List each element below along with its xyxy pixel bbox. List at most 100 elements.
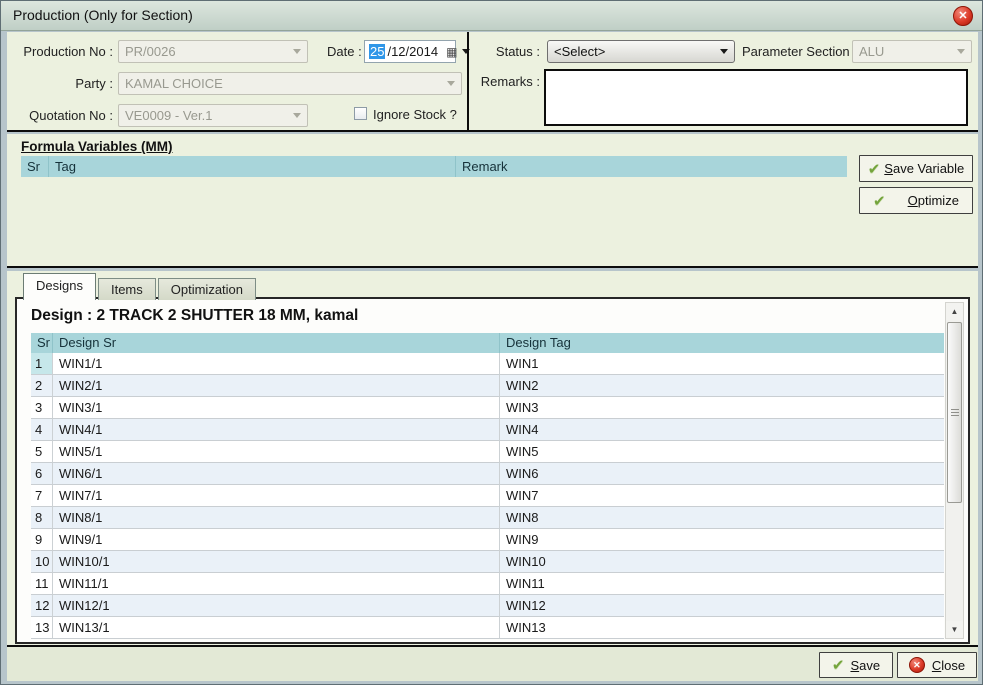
tab-optimization[interactable]: Optimization xyxy=(158,278,256,300)
column-header-design-tag[interactable]: Design Tag xyxy=(500,333,944,353)
table-row[interactable]: 4WIN4/1WIN4 xyxy=(31,419,944,441)
table-cell: 3 xyxy=(31,397,53,419)
optimize-button[interactable]: ✔ Optimize xyxy=(859,187,973,214)
close-button[interactable]: ✕ Close xyxy=(897,652,977,678)
column-header-remark[interactable]: Remark xyxy=(456,156,847,177)
party-label: Party : xyxy=(11,76,113,91)
table-row[interactable]: 3WIN3/1WIN3 xyxy=(31,397,944,419)
window-close-button[interactable]: ✕ xyxy=(953,6,973,26)
formula-variables-section: Formula Variables (MM) Sr Tag Remark ✔ S… xyxy=(7,134,978,268)
check-icon: ✔ xyxy=(868,160,881,178)
save-button[interactable]: ✔ Save xyxy=(819,652,893,678)
close-icon: ✕ xyxy=(909,657,925,673)
table-cell: WIN12 xyxy=(500,595,944,617)
table-cell: WIN8/1 xyxy=(53,507,500,529)
calendar-icon[interactable]: ▦ xyxy=(446,46,457,58)
title-bar: Production (Only for Section) ✕ xyxy=(1,1,982,31)
save-variable-button[interactable]: ✔ Save Variable xyxy=(859,155,973,182)
table-cell: WIN13 xyxy=(500,617,944,639)
remarks-label: Remarks : xyxy=(469,74,540,89)
table-cell: WIN12/1 xyxy=(53,595,500,617)
ignore-stock-checkbox[interactable] xyxy=(354,107,367,120)
table-cell: WIN5/1 xyxy=(53,441,500,463)
down-arrow-icon: ▼ xyxy=(951,625,959,634)
table-cell: WIN2 xyxy=(500,375,944,397)
chevron-down-icon xyxy=(293,49,301,54)
chevron-down-icon xyxy=(447,81,455,86)
table-cell: 2 xyxy=(31,375,53,397)
table-cell: 9 xyxy=(31,529,53,551)
production-no-value: PR/0026 xyxy=(125,44,293,59)
table-cell: WIN11 xyxy=(500,573,944,595)
tab-designs[interactable]: Designs xyxy=(23,273,96,300)
close-icon: ✕ xyxy=(958,11,967,22)
table-cell: 10 xyxy=(31,551,53,573)
save-variable-label: Save Variable xyxy=(884,161,964,176)
grip-icon xyxy=(951,409,959,416)
table-cell: 7 xyxy=(31,485,53,507)
window-title: Production (Only for Section) xyxy=(13,7,193,23)
scroll-up-button[interactable]: ▲ xyxy=(946,303,963,320)
column-header-sr[interactable]: Sr xyxy=(21,156,49,177)
table-row[interactable]: 5WIN5/1WIN5 xyxy=(31,441,944,463)
table-cell: 12 xyxy=(31,595,53,617)
table-cell: WIN10/1 xyxy=(53,551,500,573)
designs-panel: Design : 2 TRACK 2 SHUTTER 18 MM, kamal … xyxy=(15,297,970,644)
table-row[interactable]: 9WIN9/1WIN9 xyxy=(31,529,944,551)
table-cell: WIN3/1 xyxy=(53,397,500,419)
table-row[interactable]: 2WIN2/1WIN2 xyxy=(31,375,944,397)
table-cell: WIN9 xyxy=(500,529,944,551)
party-combo[interactable]: KAMAL CHOICE xyxy=(118,72,462,95)
chevron-down-icon xyxy=(720,49,728,54)
table-cell: WIN4/1 xyxy=(53,419,500,441)
table-cell: WIN1/1 xyxy=(53,353,500,375)
column-header-sr[interactable]: Sr xyxy=(31,333,53,353)
tab-bar: Designs Items Optimization xyxy=(23,273,258,300)
quotation-no-combo[interactable]: VE0009 - Ver.1 xyxy=(118,104,308,127)
production-no-label: Production No : xyxy=(11,44,113,59)
status-combo[interactable]: <Select> xyxy=(547,40,735,63)
table-cell: 13 xyxy=(31,617,53,639)
table-row[interactable]: 13WIN13/1WIN13 xyxy=(31,617,944,639)
close-label: Close xyxy=(932,658,965,673)
status-label: Status : xyxy=(477,44,540,59)
table-cell: 11 xyxy=(31,573,53,595)
table-row[interactable]: 1WIN1/1WIN1 xyxy=(31,353,944,375)
table-row[interactable]: 10WIN10/1WIN10 xyxy=(31,551,944,573)
scrollbar-thumb[interactable] xyxy=(947,322,962,503)
table-cell: WIN7/1 xyxy=(53,485,500,507)
remarks-textarea[interactable] xyxy=(544,69,968,126)
table-cell: 6 xyxy=(31,463,53,485)
table-row[interactable]: 6WIN6/1WIN6 xyxy=(31,463,944,485)
table-cell: WIN9/1 xyxy=(53,529,500,551)
designs-table-header: Sr Design Sr Design Tag xyxy=(31,333,944,353)
table-cell: 8 xyxy=(31,507,53,529)
table-row[interactable]: 11WIN11/1WIN11 xyxy=(31,573,944,595)
header-form: Production No : PR/0026 Date : 25/12/201… xyxy=(7,32,978,132)
footer-bar: ✔ Save ✕ Close xyxy=(7,647,978,681)
production-window: Production (Only for Section) ✕ Producti… xyxy=(0,0,983,685)
column-header-design-sr[interactable]: Design Sr xyxy=(53,333,500,353)
vertical-scrollbar[interactable]: ▲ ▼ xyxy=(945,302,964,639)
optimize-label: Optimize xyxy=(908,193,959,208)
table-row[interactable]: 7WIN7/1WIN7 xyxy=(31,485,944,507)
check-icon: ✔ xyxy=(832,656,845,674)
parameter-section-combo[interactable]: ALU xyxy=(852,40,972,63)
date-input[interactable]: 25/12/2014 ▦ xyxy=(364,40,456,63)
table-cell: 4 xyxy=(31,419,53,441)
ignore-stock-label: Ignore Stock ? xyxy=(373,107,457,122)
table-row[interactable]: 12WIN12/1WIN12 xyxy=(31,595,944,617)
date-label: Date : xyxy=(327,44,362,59)
scroll-down-button[interactable]: ▼ xyxy=(946,621,963,638)
table-cell: WIN6/1 xyxy=(53,463,500,485)
table-cell: WIN4 xyxy=(500,419,944,441)
tab-items[interactable]: Items xyxy=(98,278,156,300)
table-row[interactable]: 8WIN8/1WIN8 xyxy=(31,507,944,529)
production-no-combo[interactable]: PR/0026 xyxy=(118,40,308,63)
tab-section: Designs Items Optimization Design : 2 TR… xyxy=(7,271,978,647)
column-header-tag[interactable]: Tag xyxy=(49,156,456,177)
party-value: KAMAL CHOICE xyxy=(125,76,447,91)
chevron-down-icon xyxy=(293,113,301,118)
design-heading: Design : 2 TRACK 2 SHUTTER 18 MM, kamal xyxy=(31,307,358,325)
parameter-section-value: ALU xyxy=(859,44,957,59)
